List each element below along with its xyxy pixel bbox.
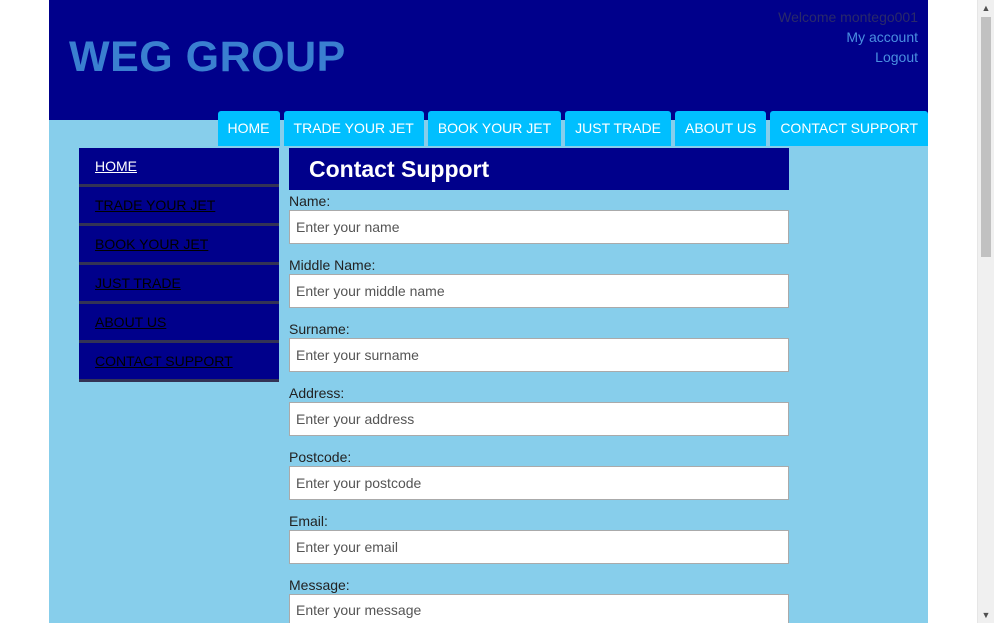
topnav-about-us[interactable]: ABOUT US — [675, 111, 767, 146]
middle-name-label: Middle Name: — [289, 257, 376, 273]
site-logo: WEG GROUP — [69, 33, 346, 81]
side-navigation: HOME TRADE YOUR JET BOOK YOUR JET JUST T… — [79, 148, 279, 382]
message-textarea[interactable] — [289, 594, 789, 623]
name-input[interactable] — [289, 210, 789, 244]
message-label: Message: — [289, 577, 350, 593]
scroll-down-icon[interactable]: ▼ — [978, 607, 994, 623]
middle-name-input[interactable] — [289, 274, 789, 308]
address-label: Address: — [289, 385, 345, 401]
middle-name-field-group: Middle Name: — [289, 257, 789, 308]
surname-field-group: Surname: — [289, 321, 789, 372]
scrollbar-thumb[interactable] — [981, 17, 991, 257]
surname-label: Surname: — [289, 321, 350, 337]
sidenav-trade-your-jet[interactable]: TRADE YOUR JET — [79, 187, 279, 226]
sidenav-contact-support[interactable]: CONTACT SUPPORT — [79, 343, 279, 382]
contact-form: Contact Support Name: Middle Name: Surna… — [289, 148, 789, 623]
sidenav-just-trade[interactable]: JUST TRADE — [79, 265, 279, 304]
logout-link[interactable]: Logout — [778, 47, 918, 67]
top-navigation: HOME TRADE YOUR JET BOOK YOUR JET JUST T… — [217, 111, 928, 146]
postcode-input[interactable] — [289, 466, 789, 500]
user-box: Welcome montego001 My account Logout — [778, 7, 918, 67]
welcome-text: Welcome montego001 — [778, 9, 918, 25]
email-input[interactable] — [289, 530, 789, 564]
postcode-label: Postcode: — [289, 449, 352, 465]
topnav-contact-support[interactable]: CONTACT SUPPORT — [770, 111, 928, 146]
postcode-field-group: Postcode: — [289, 449, 789, 500]
topnav-trade-your-jet[interactable]: TRADE YOUR JET — [283, 111, 424, 146]
page-title: Contact Support — [289, 148, 789, 190]
topnav-home[interactable]: HOME — [217, 111, 280, 146]
name-label: Name: — [289, 193, 331, 209]
sidenav-about-us[interactable]: ABOUT US — [79, 304, 279, 343]
name-field-group: Name: — [289, 193, 789, 244]
sidenav-home[interactable]: HOME — [79, 148, 279, 187]
message-field-group: Message: — [289, 577, 789, 623]
topnav-book-your-jet[interactable]: BOOK YOUR JET — [427, 111, 562, 146]
vertical-scrollbar[interactable]: ▲ ▼ — [977, 0, 994, 623]
surname-input[interactable] — [289, 338, 789, 372]
email-label: Email: — [289, 513, 328, 529]
email-field-group: Email: — [289, 513, 789, 564]
address-field-group: Address: — [289, 385, 789, 436]
address-input[interactable] — [289, 402, 789, 436]
site-header: WEG GROUP Welcome montego001 My account … — [49, 0, 928, 120]
scroll-up-icon[interactable]: ▲ — [978, 0, 994, 16]
browser-viewport: WEG GROUP Welcome montego001 My account … — [0, 0, 994, 623]
topnav-just-trade[interactable]: JUST TRADE — [565, 111, 671, 146]
my-account-link[interactable]: My account — [778, 27, 918, 47]
page-container: WEG GROUP Welcome montego001 My account … — [49, 0, 928, 623]
sidenav-book-your-jet[interactable]: BOOK YOUR JET — [79, 226, 279, 265]
